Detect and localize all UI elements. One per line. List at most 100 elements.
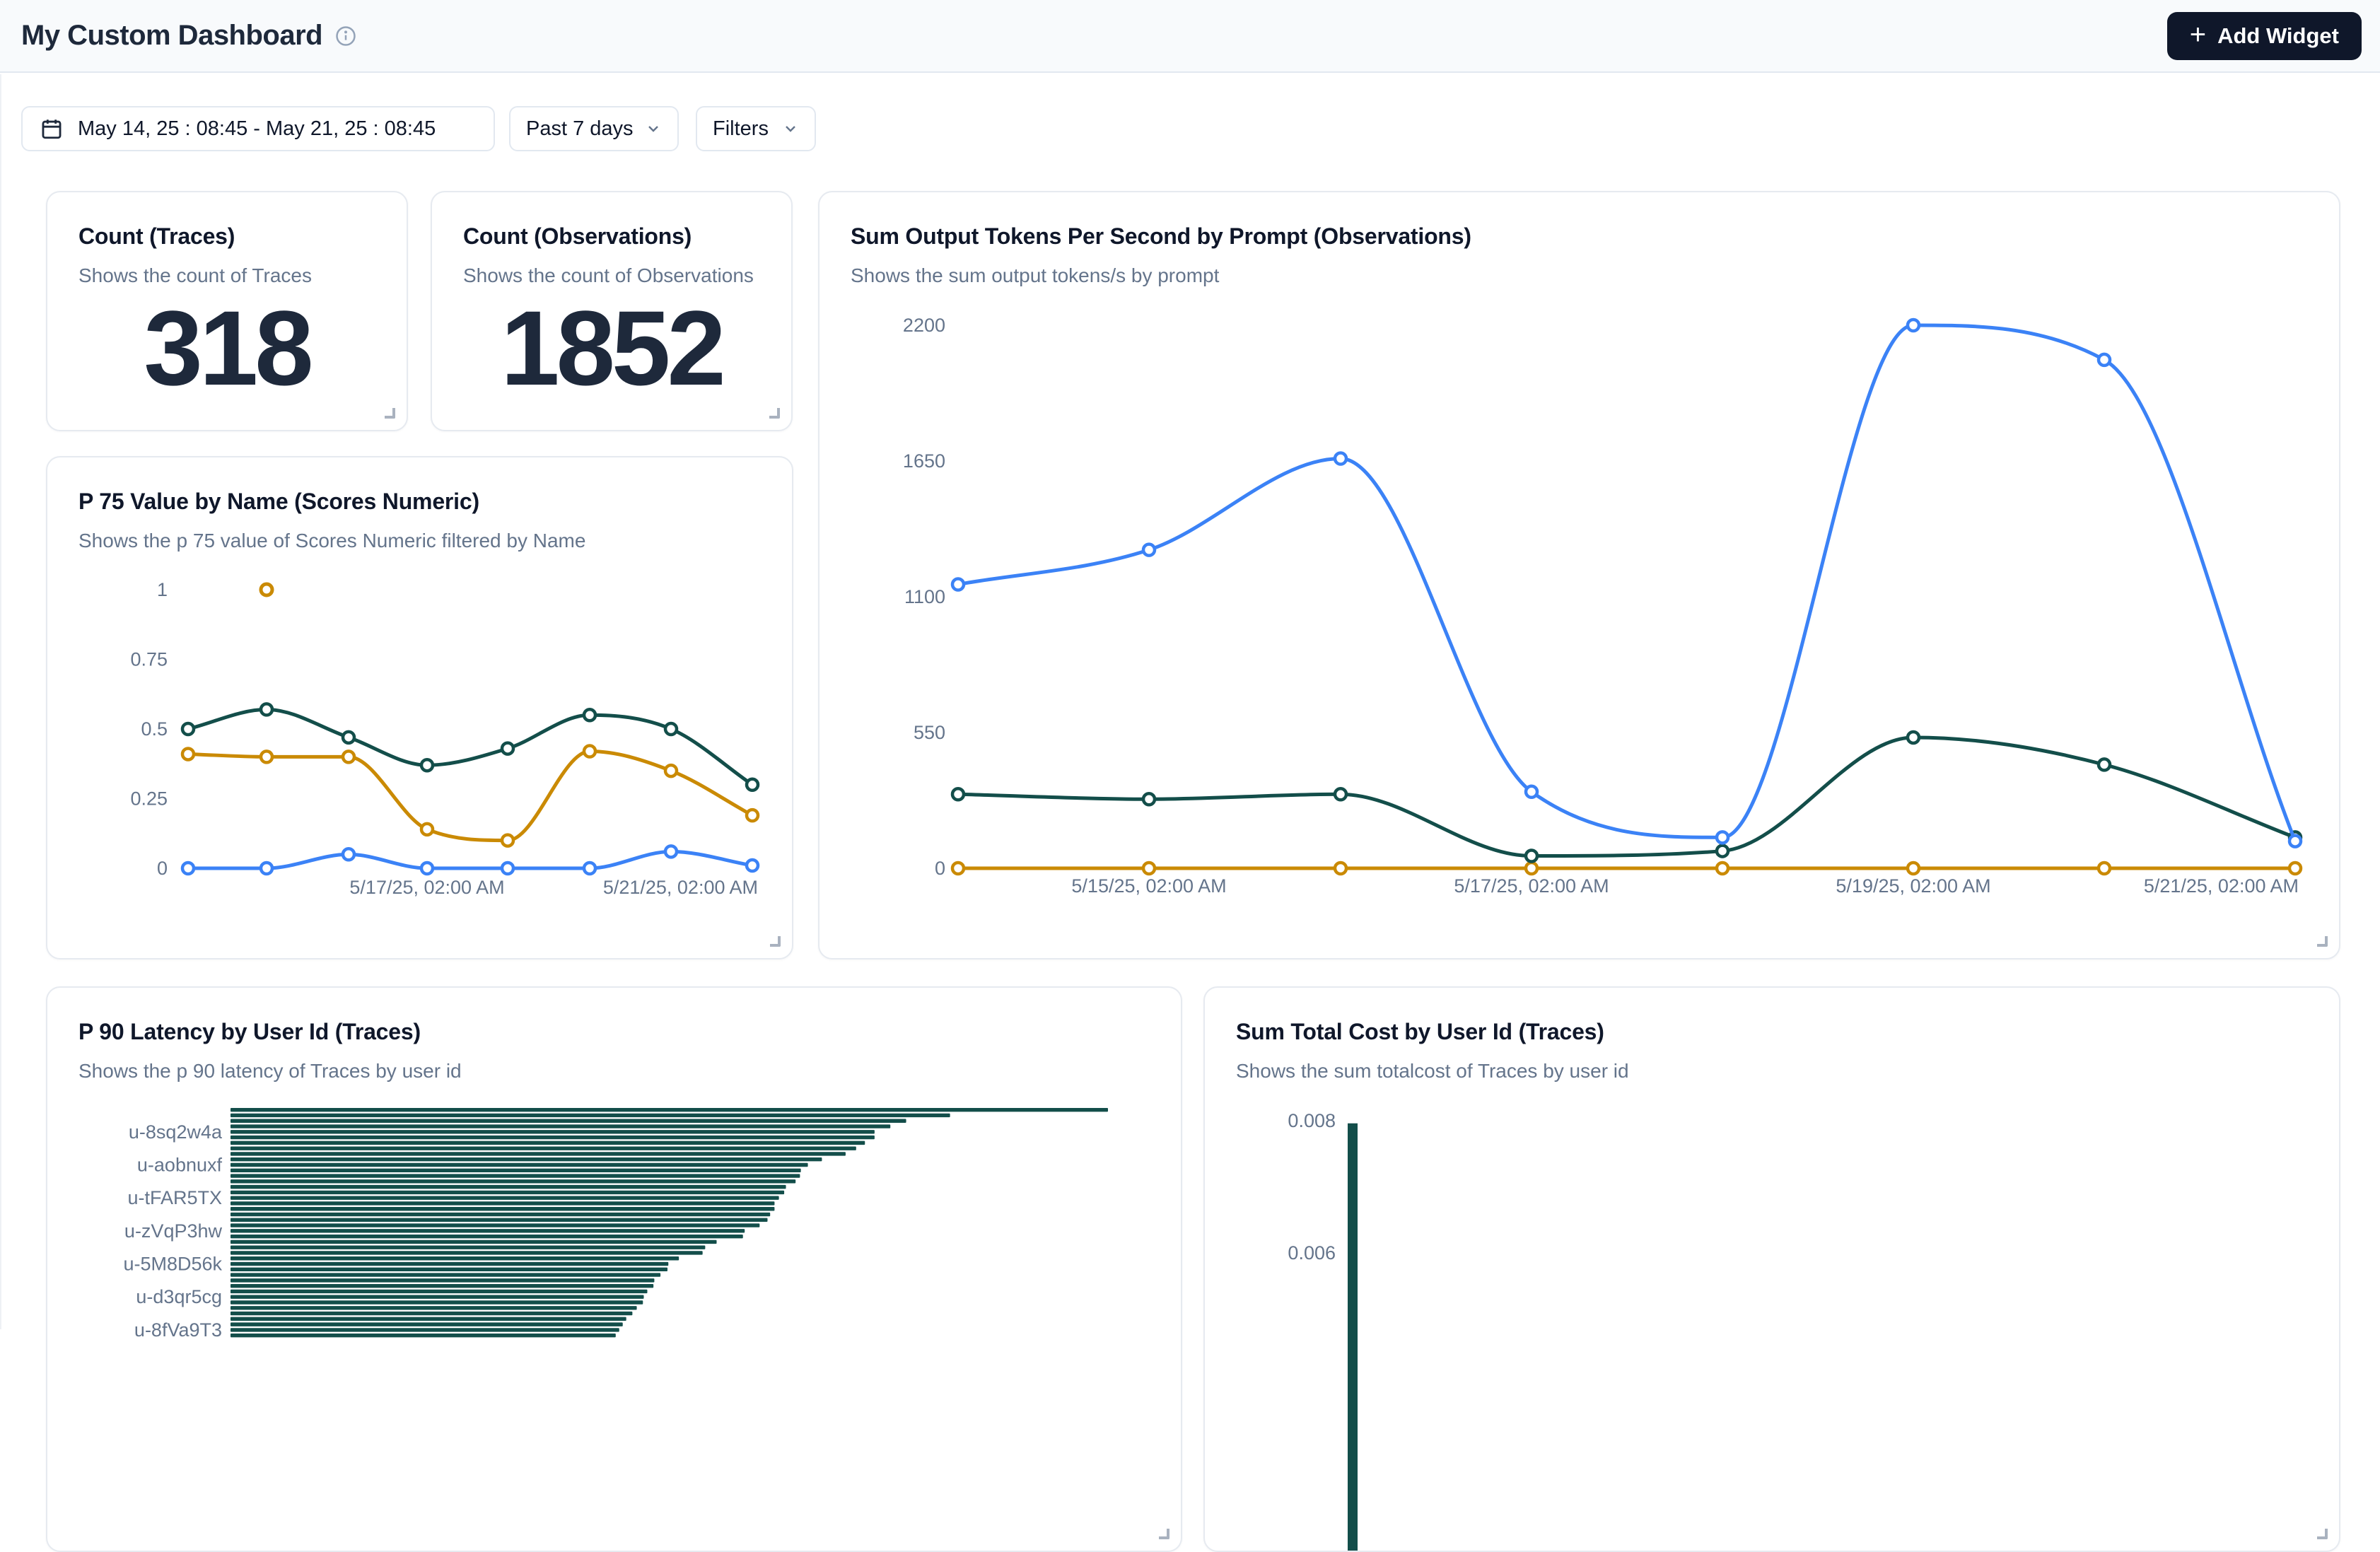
bar[interactable] <box>231 1306 637 1309</box>
data-point[interactable] <box>343 751 354 762</box>
bar[interactable] <box>231 1256 679 1260</box>
info-icon[interactable] <box>335 25 356 47</box>
quick-date-select[interactable]: Past 7 days <box>509 106 679 151</box>
data-point[interactable] <box>665 765 677 776</box>
add-widget-button[interactable]: + Add Widget <box>2167 12 2362 60</box>
tokens-line-chart[interactable]: 05501100165022005/15/25, 02:00 AM5/17/25… <box>819 192 2339 958</box>
bar[interactable] <box>231 1300 643 1304</box>
data-point[interactable] <box>1526 863 1537 874</box>
resize-handle-icon[interactable] <box>2317 1529 2328 1539</box>
data-point[interactable] <box>1717 846 1728 857</box>
data-point[interactable] <box>2289 836 2301 847</box>
bar[interactable] <box>231 1290 647 1293</box>
data-point[interactable] <box>502 863 513 874</box>
data-point[interactable] <box>1717 832 1728 843</box>
bar[interactable] <box>231 1235 743 1238</box>
bar[interactable] <box>231 1179 795 1183</box>
date-range-picker[interactable]: May 14, 25 : 08:45 - May 21, 25 : 08:45 <box>21 106 495 151</box>
bar[interactable] <box>231 1251 703 1254</box>
data-point[interactable] <box>1143 793 1155 805</box>
resize-handle-icon[interactable] <box>1159 1529 1169 1539</box>
p75-line-chart[interactable]: 00.250.50.7515/17/25, 02:00 AM5/21/25, 0… <box>47 457 792 958</box>
data-point[interactable] <box>1526 851 1537 862</box>
data-point[interactable] <box>952 579 964 590</box>
bar[interactable] <box>231 1152 846 1155</box>
data-point[interactable] <box>952 863 964 874</box>
bar[interactable] <box>231 1108 1108 1112</box>
data-point[interactable] <box>584 709 595 720</box>
data-point[interactable] <box>584 746 595 757</box>
bar[interactable] <box>231 1191 784 1194</box>
bar[interactable] <box>231 1163 808 1167</box>
bar[interactable] <box>231 1317 626 1321</box>
bar[interactable] <box>231 1218 767 1222</box>
bar[interactable] <box>231 1262 668 1266</box>
data-point[interactable] <box>747 810 758 821</box>
bar[interactable] <box>231 1114 950 1117</box>
p90-bar-chart[interactable]: u-8sq2w4au-aobnuxfu-tFAR5TXu-zVqP3hwu-5M… <box>47 988 1181 1551</box>
resize-handle-icon[interactable] <box>2317 936 2328 947</box>
filters-button[interactable]: Filters <box>696 106 816 151</box>
bar[interactable] <box>231 1174 800 1177</box>
data-point[interactable] <box>747 779 758 790</box>
data-point[interactable] <box>182 748 194 759</box>
bar[interactable] <box>231 1201 774 1205</box>
data-point[interactable] <box>182 863 194 874</box>
bar[interactable] <box>231 1278 654 1282</box>
bar[interactable] <box>231 1196 779 1199</box>
bar[interactable] <box>231 1213 770 1216</box>
bar[interactable] <box>231 1146 856 1150</box>
resize-handle-icon[interactable] <box>385 408 395 419</box>
bar[interactable] <box>231 1240 717 1244</box>
bar[interactable] <box>231 1141 865 1145</box>
data-point[interactable] <box>182 723 194 735</box>
data-point[interactable] <box>502 835 513 846</box>
bar[interactable] <box>231 1246 705 1249</box>
bar[interactable] <box>231 1229 745 1232</box>
data-point[interactable] <box>261 863 272 874</box>
bar[interactable] <box>231 1169 801 1172</box>
data-point[interactable] <box>2289 863 2301 874</box>
data-point[interactable] <box>1717 863 1728 874</box>
data-point[interactable] <box>261 751 272 762</box>
data-point[interactable] <box>2099 354 2110 366</box>
bar[interactable] <box>231 1312 632 1315</box>
bar[interactable] <box>231 1273 660 1276</box>
data-point[interactable] <box>1526 786 1537 798</box>
data-point[interactable] <box>665 846 677 857</box>
data-point[interactable] <box>1908 732 1919 743</box>
resize-handle-icon[interactable] <box>769 408 780 419</box>
bar[interactable] <box>231 1328 619 1331</box>
bar[interactable] <box>231 1157 822 1161</box>
bar[interactable] <box>231 1223 759 1227</box>
data-point[interactable] <box>747 860 758 871</box>
data-point[interactable] <box>665 723 677 735</box>
resize-handle-icon[interactable] <box>770 936 781 947</box>
bar[interactable] <box>231 1268 667 1271</box>
bar[interactable] <box>231 1119 906 1123</box>
data-point[interactable] <box>1143 544 1155 556</box>
bar[interactable] <box>231 1295 644 1299</box>
bar[interactable] <box>231 1322 623 1326</box>
data-point[interactable] <box>2099 759 2110 770</box>
bar[interactable] <box>231 1284 653 1288</box>
data-point[interactable] <box>343 848 354 860</box>
data-point[interactable] <box>502 743 513 754</box>
data-point[interactable] <box>261 584 272 595</box>
data-point[interactable] <box>261 704 272 715</box>
data-point[interactable] <box>421 759 433 771</box>
cost-bar-chart[interactable]: 0.0080.006 <box>1205 988 2339 1551</box>
bar[interactable] <box>231 1185 786 1189</box>
data-point[interactable] <box>1908 320 1919 331</box>
bar[interactable] <box>231 1207 774 1210</box>
data-point[interactable] <box>952 788 964 800</box>
data-point[interactable] <box>343 732 354 743</box>
data-point[interactable] <box>1908 863 1919 874</box>
data-point[interactable] <box>1335 788 1346 800</box>
bar[interactable] <box>231 1130 875 1133</box>
data-point[interactable] <box>1335 453 1346 465</box>
data-point[interactable] <box>421 863 433 874</box>
data-point[interactable] <box>1143 863 1155 874</box>
bar[interactable] <box>231 1334 616 1337</box>
bar[interactable] <box>231 1136 875 1139</box>
